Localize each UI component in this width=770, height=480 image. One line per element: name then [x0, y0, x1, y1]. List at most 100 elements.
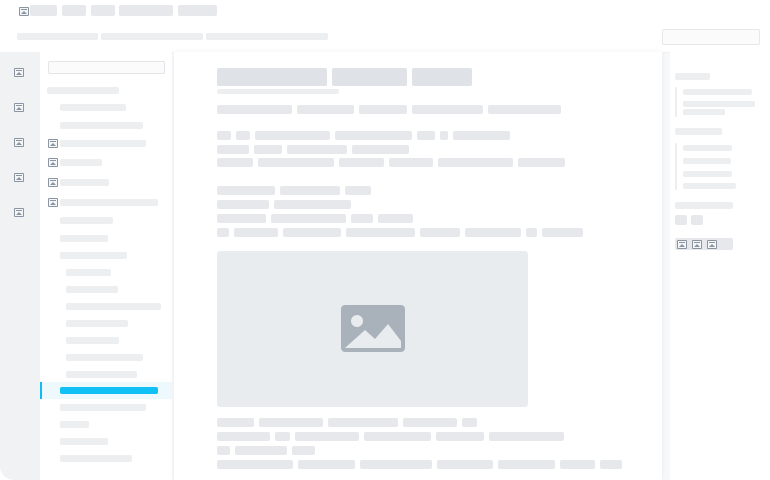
sidebar-item[interactable]: [47, 87, 119, 94]
top-bar: [0, 0, 770, 52]
sidebar-item[interactable]: [66, 371, 137, 378]
text-line: [339, 158, 384, 167]
sidebar-search-input[interactable]: [48, 61, 165, 74]
window-icon[interactable]: [48, 198, 58, 207]
text-line: [217, 158, 253, 167]
search-input[interactable]: [662, 29, 760, 45]
top-nav-item[interactable]: [178, 5, 217, 16]
sidebar-item[interactable]: [60, 199, 158, 206]
window-icon[interactable]: [48, 158, 58, 167]
text-line: [542, 228, 583, 237]
app-window: [0, 0, 770, 480]
text-line: [364, 432, 431, 441]
sidebar-item[interactable]: [60, 235, 108, 242]
window-icon[interactable]: [707, 240, 717, 249]
breadcrumb-item[interactable]: [101, 33, 203, 40]
text-line: [217, 228, 229, 237]
window-icon[interactable]: [14, 138, 24, 147]
text-line: [255, 131, 330, 140]
panel-heading: [675, 128, 722, 135]
top-nav-item[interactable]: [119, 5, 173, 16]
sidebar-item[interactable]: [66, 286, 118, 293]
breadcrumb-item[interactable]: [17, 33, 98, 40]
text-line: [235, 446, 287, 455]
text-line: [271, 214, 346, 223]
sidebar-item[interactable]: [60, 159, 102, 166]
sidebar-item[interactable]: [66, 337, 119, 344]
panel-tag[interactable]: [675, 215, 687, 225]
text-line: [236, 131, 250, 140]
page-title: [412, 68, 472, 86]
sidebar-item[interactable]: [66, 354, 143, 361]
sidebar-item[interactable]: [60, 104, 126, 111]
sidebar-item[interactable]: [60, 438, 108, 445]
text-line: [292, 446, 315, 455]
text-line: [283, 228, 341, 237]
panel-link[interactable]: [683, 158, 731, 164]
panel-link[interactable]: [683, 109, 725, 115]
window-icon[interactable]: [48, 139, 58, 148]
text-line: [488, 105, 561, 114]
sidebar-item[interactable]: [60, 217, 113, 224]
sidebar-item[interactable]: [60, 404, 146, 411]
sidebar-item[interactable]: [60, 140, 146, 147]
panel-divider: [675, 87, 677, 117]
text-line: [378, 214, 413, 223]
top-nav-item[interactable]: [91, 5, 115, 16]
text-line: [489, 432, 564, 441]
text-line: [295, 432, 359, 441]
text-line: [412, 105, 483, 114]
panel-link[interactable]: [683, 145, 732, 151]
text-line: [465, 228, 521, 237]
sidebar-item[interactable]: [60, 179, 109, 186]
text-line: [217, 105, 292, 114]
window-icon[interactable]: [14, 68, 24, 77]
active-item-label: [60, 387, 158, 394]
text-line: [297, 105, 354, 114]
window-icon[interactable]: [19, 7, 29, 16]
text-line: [518, 158, 565, 167]
text-line: [417, 131, 435, 140]
image-icon: [341, 305, 405, 352]
window-icon[interactable]: [692, 240, 702, 249]
sidebar-item[interactable]: [66, 320, 128, 327]
text-line: [453, 131, 510, 140]
panel-link[interactable]: [683, 89, 752, 95]
text-line: [351, 214, 373, 223]
sidebar-item[interactable]: [60, 122, 143, 129]
text-line: [335, 131, 412, 140]
text-line: [359, 105, 407, 114]
breadcrumb-item[interactable]: [206, 33, 328, 40]
text-line: [258, 158, 334, 167]
text-line: [498, 460, 555, 469]
window-icon[interactable]: [14, 103, 24, 112]
top-nav-item[interactable]: [62, 5, 86, 16]
window-icon[interactable]: [48, 178, 58, 187]
sidebar-item[interactable]: [60, 455, 132, 462]
panel-divider: [675, 143, 677, 190]
left-icon-rail: [0, 52, 40, 480]
sidebar-item[interactable]: [60, 421, 89, 428]
window-icon[interactable]: [14, 208, 24, 217]
text-line: [217, 432, 270, 441]
panel-tag[interactable]: [691, 215, 703, 225]
active-indicator: [40, 382, 42, 399]
panel-heading: [675, 202, 733, 209]
text-line: [436, 432, 484, 441]
window-icon[interactable]: [677, 240, 687, 249]
content-image: [217, 251, 528, 407]
text-line: [254, 145, 282, 154]
top-nav-item[interactable]: [30, 5, 57, 16]
text-line: [217, 460, 293, 469]
panel-link[interactable]: [683, 171, 732, 177]
sidebar-item[interactable]: [60, 252, 127, 259]
text-line: [462, 418, 477, 427]
panel-link[interactable]: [683, 183, 736, 189]
right-panel: [670, 52, 770, 480]
window-icon[interactable]: [14, 173, 24, 182]
panel-link[interactable]: [683, 101, 755, 107]
sidebar-item[interactable]: [66, 303, 161, 310]
text-line: [328, 418, 398, 427]
sidebar-item[interactable]: [66, 269, 111, 276]
text-line: [217, 186, 275, 195]
